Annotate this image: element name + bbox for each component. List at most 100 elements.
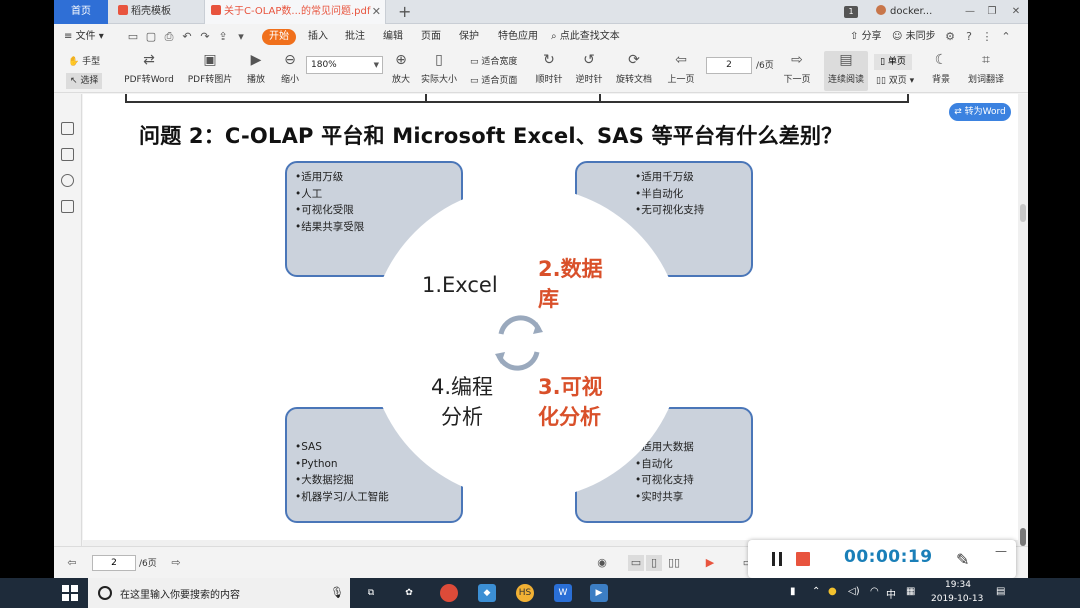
fit-page-button[interactable]: ▭ 适合页面 bbox=[470, 73, 517, 89]
scroll-thumb[interactable] bbox=[1020, 204, 1026, 222]
zoom-select[interactable]: 180% ▼ bbox=[306, 56, 383, 74]
app-icon[interactable]: ✿ bbox=[400, 584, 418, 602]
minimize-icon[interactable]: — bbox=[958, 0, 982, 24]
tab-template[interactable]: 稻壳模板 bbox=[110, 0, 202, 24]
eye-protection-icon[interactable]: ◉ bbox=[594, 555, 610, 571]
actual-size-button[interactable]: ▯ 实际大小 bbox=[418, 51, 460, 91]
pause-icon[interactable] bbox=[772, 552, 782, 566]
save-icon[interactable]: ▢ bbox=[144, 30, 158, 44]
menu-start[interactable]: 开始 bbox=[262, 29, 296, 45]
menu-comment[interactable]: 批注 bbox=[345, 29, 365, 45]
prev-page-icon[interactable]: ⇦ bbox=[64, 555, 80, 571]
menu-search[interactable]: ⌕ 点此查找文本 bbox=[551, 29, 620, 45]
wps-writer-icon[interactable]: W bbox=[554, 584, 572, 602]
single-page-button[interactable]: ▯ 单页 bbox=[874, 54, 912, 70]
menu-special[interactable]: 特色应用 bbox=[498, 29, 538, 45]
help-icon[interactable]: ? bbox=[962, 30, 976, 44]
close-window-icon[interactable]: ✕ bbox=[1004, 0, 1028, 24]
ime-indicator[interactable]: 中 bbox=[886, 586, 896, 601]
hand-tool[interactable]: ✋ 手型 bbox=[68, 54, 100, 70]
tray-app-icon[interactable]: ● bbox=[828, 586, 837, 597]
pen-icon[interactable]: ✎ bbox=[956, 550, 969, 569]
stop-icon[interactable] bbox=[796, 552, 810, 566]
collapse-ribbon-icon[interactable]: ⌃ bbox=[999, 30, 1013, 44]
pdf-to-word-button[interactable]: ⇄ PDF转Word bbox=[122, 51, 176, 91]
add-tab-button[interactable]: + bbox=[398, 0, 418, 24]
network-icon[interactable]: ◠ bbox=[870, 586, 879, 597]
zoom-out-button[interactable]: ⊖ 缩小 bbox=[276, 51, 304, 91]
hs-app-icon[interactable]: HS bbox=[516, 584, 534, 602]
minimize-recorder-icon[interactable]: — bbox=[995, 544, 1007, 558]
list-item: •自动化 bbox=[635, 457, 673, 470]
page-number-input[interactable]: 2 bbox=[706, 57, 752, 74]
more-options-icon[interactable]: ⋮ bbox=[980, 30, 994, 44]
print-icon[interactable]: ⎙ bbox=[162, 30, 176, 44]
menu-sync[interactable]: ☺ 未同步 bbox=[892, 29, 936, 45]
menu-protect[interactable]: 保护 bbox=[459, 29, 479, 45]
rotate-document-label: 旋转文档 bbox=[615, 75, 652, 85]
rotate-clockwise-button[interactable]: ↻ 顺时针 bbox=[532, 51, 566, 91]
user-account[interactable]: docker... bbox=[876, 0, 956, 24]
share-doc-icon[interactable]: ⇪ bbox=[216, 30, 230, 44]
open-icon[interactable]: ▭ bbox=[126, 30, 140, 44]
thumbnail-icon[interactable] bbox=[61, 122, 74, 135]
next-page-button[interactable]: ⇨ 下一页 bbox=[780, 51, 814, 91]
single-page-view-icon[interactable]: ▭ bbox=[628, 555, 644, 571]
keyboard-icon[interactable]: ▦ bbox=[906, 586, 915, 597]
show-hidden-icons[interactable]: ⌃ bbox=[812, 586, 820, 597]
double-page-button[interactable]: ▯▯ 双页 ▾ bbox=[876, 73, 914, 89]
pdf-page: 问题 2：C-OLAP 平台和 Microsoft Excel、SAS 等平台有… bbox=[83, 94, 1018, 546]
double-page-view-icon[interactable]: ▯ bbox=[646, 555, 662, 571]
hand-tool-label: 手型 bbox=[82, 57, 101, 67]
play-icon[interactable]: ▶ bbox=[702, 555, 718, 571]
document-viewport[interactable]: 问题 2：C-OLAP 平台和 Microsoft Excel、SAS 等平台有… bbox=[83, 94, 1018, 546]
menu-share[interactable]: ⇧ 分享 bbox=[850, 29, 882, 45]
prev-page-button[interactable]: ⇦ 上一页 bbox=[664, 51, 698, 91]
select-tool[interactable]: ↖ 选择 bbox=[66, 73, 103, 89]
battery-icon[interactable]: ▮ bbox=[790, 586, 796, 597]
clock-date[interactable]: 2019-10-13 bbox=[931, 594, 983, 604]
taskbar-search-box[interactable]: 在这里输入你要搜索的内容 🎙 bbox=[88, 578, 350, 608]
translate-button[interactable]: ⌗ 划词翻译 bbox=[964, 51, 1008, 91]
bookmark-icon[interactable] bbox=[61, 174, 74, 187]
status-page-input[interactable]: 2 bbox=[92, 555, 136, 571]
vertical-scrollbar[interactable] bbox=[1018, 94, 1028, 546]
continuous-read-button[interactable]: ▤ 连续阅读 bbox=[824, 51, 868, 91]
menu-edit[interactable]: 编辑 bbox=[383, 29, 403, 45]
tab-home[interactable]: 首页 bbox=[54, 0, 108, 24]
attachment-icon[interactable] bbox=[61, 200, 74, 213]
status-page-total: /6页 bbox=[139, 559, 157, 569]
undo-icon[interactable]: ↶ bbox=[180, 30, 194, 44]
next-page-icon[interactable]: ⇨ bbox=[168, 555, 184, 571]
convert-to-word-button[interactable]: ⇄ 转为Word bbox=[949, 103, 1011, 121]
rotate-document-button[interactable]: ⟳ 旋转文档 bbox=[612, 51, 656, 91]
more-icon[interactable]: ▾ bbox=[234, 30, 248, 44]
zoom-in-button[interactable]: ⊕ 放大 bbox=[388, 51, 414, 91]
menu-insert[interactable]: 插入 bbox=[308, 29, 328, 45]
background-button[interactable]: ☾ 背景 bbox=[926, 51, 956, 91]
clock-time[interactable]: 19:34 bbox=[945, 580, 971, 590]
app-cube-icon[interactable]: ◆ bbox=[478, 584, 496, 602]
recorder-app-icon[interactable]: ▶ bbox=[590, 584, 608, 602]
windows-start-button[interactable] bbox=[62, 585, 78, 601]
play-button[interactable]: ▶ 播放 bbox=[242, 51, 270, 91]
close-tab-icon[interactable]: ✕ bbox=[372, 0, 381, 24]
task-view-icon[interactable]: ⧉ bbox=[362, 584, 380, 602]
pdf-to-image-button[interactable]: ▣ PDF转图片 bbox=[186, 51, 234, 91]
fit-width-button[interactable]: ▭ 适合宽度 bbox=[470, 54, 517, 70]
window-count-badge[interactable]: 1 bbox=[844, 6, 858, 18]
scroll-thumb-lower[interactable] bbox=[1020, 528, 1026, 546]
settings-icon[interactable]: ⚙ bbox=[943, 30, 957, 44]
tab-document[interactable]: 关于C-OLAP数...的常见问题.pdf ✕ bbox=[204, 0, 386, 24]
microphone-icon[interactable]: 🎙 bbox=[330, 586, 344, 599]
restore-icon[interactable]: ❐ bbox=[980, 0, 1004, 24]
menu-file[interactable]: ≡ 文件 ▾ bbox=[64, 29, 104, 45]
volume-icon[interactable]: ◁) bbox=[848, 586, 860, 597]
rotate-counterclockwise-button[interactable]: ↺ 逆时针 bbox=[572, 51, 606, 91]
book-view-icon[interactable]: ▯▯ bbox=[666, 555, 682, 571]
redo-icon[interactable]: ↷ bbox=[198, 30, 212, 44]
image-icon[interactable] bbox=[61, 148, 74, 161]
chrome-icon[interactable] bbox=[440, 584, 458, 602]
notifications-icon[interactable]: ▤ bbox=[996, 586, 1005, 597]
menu-page[interactable]: 页面 bbox=[421, 29, 441, 45]
